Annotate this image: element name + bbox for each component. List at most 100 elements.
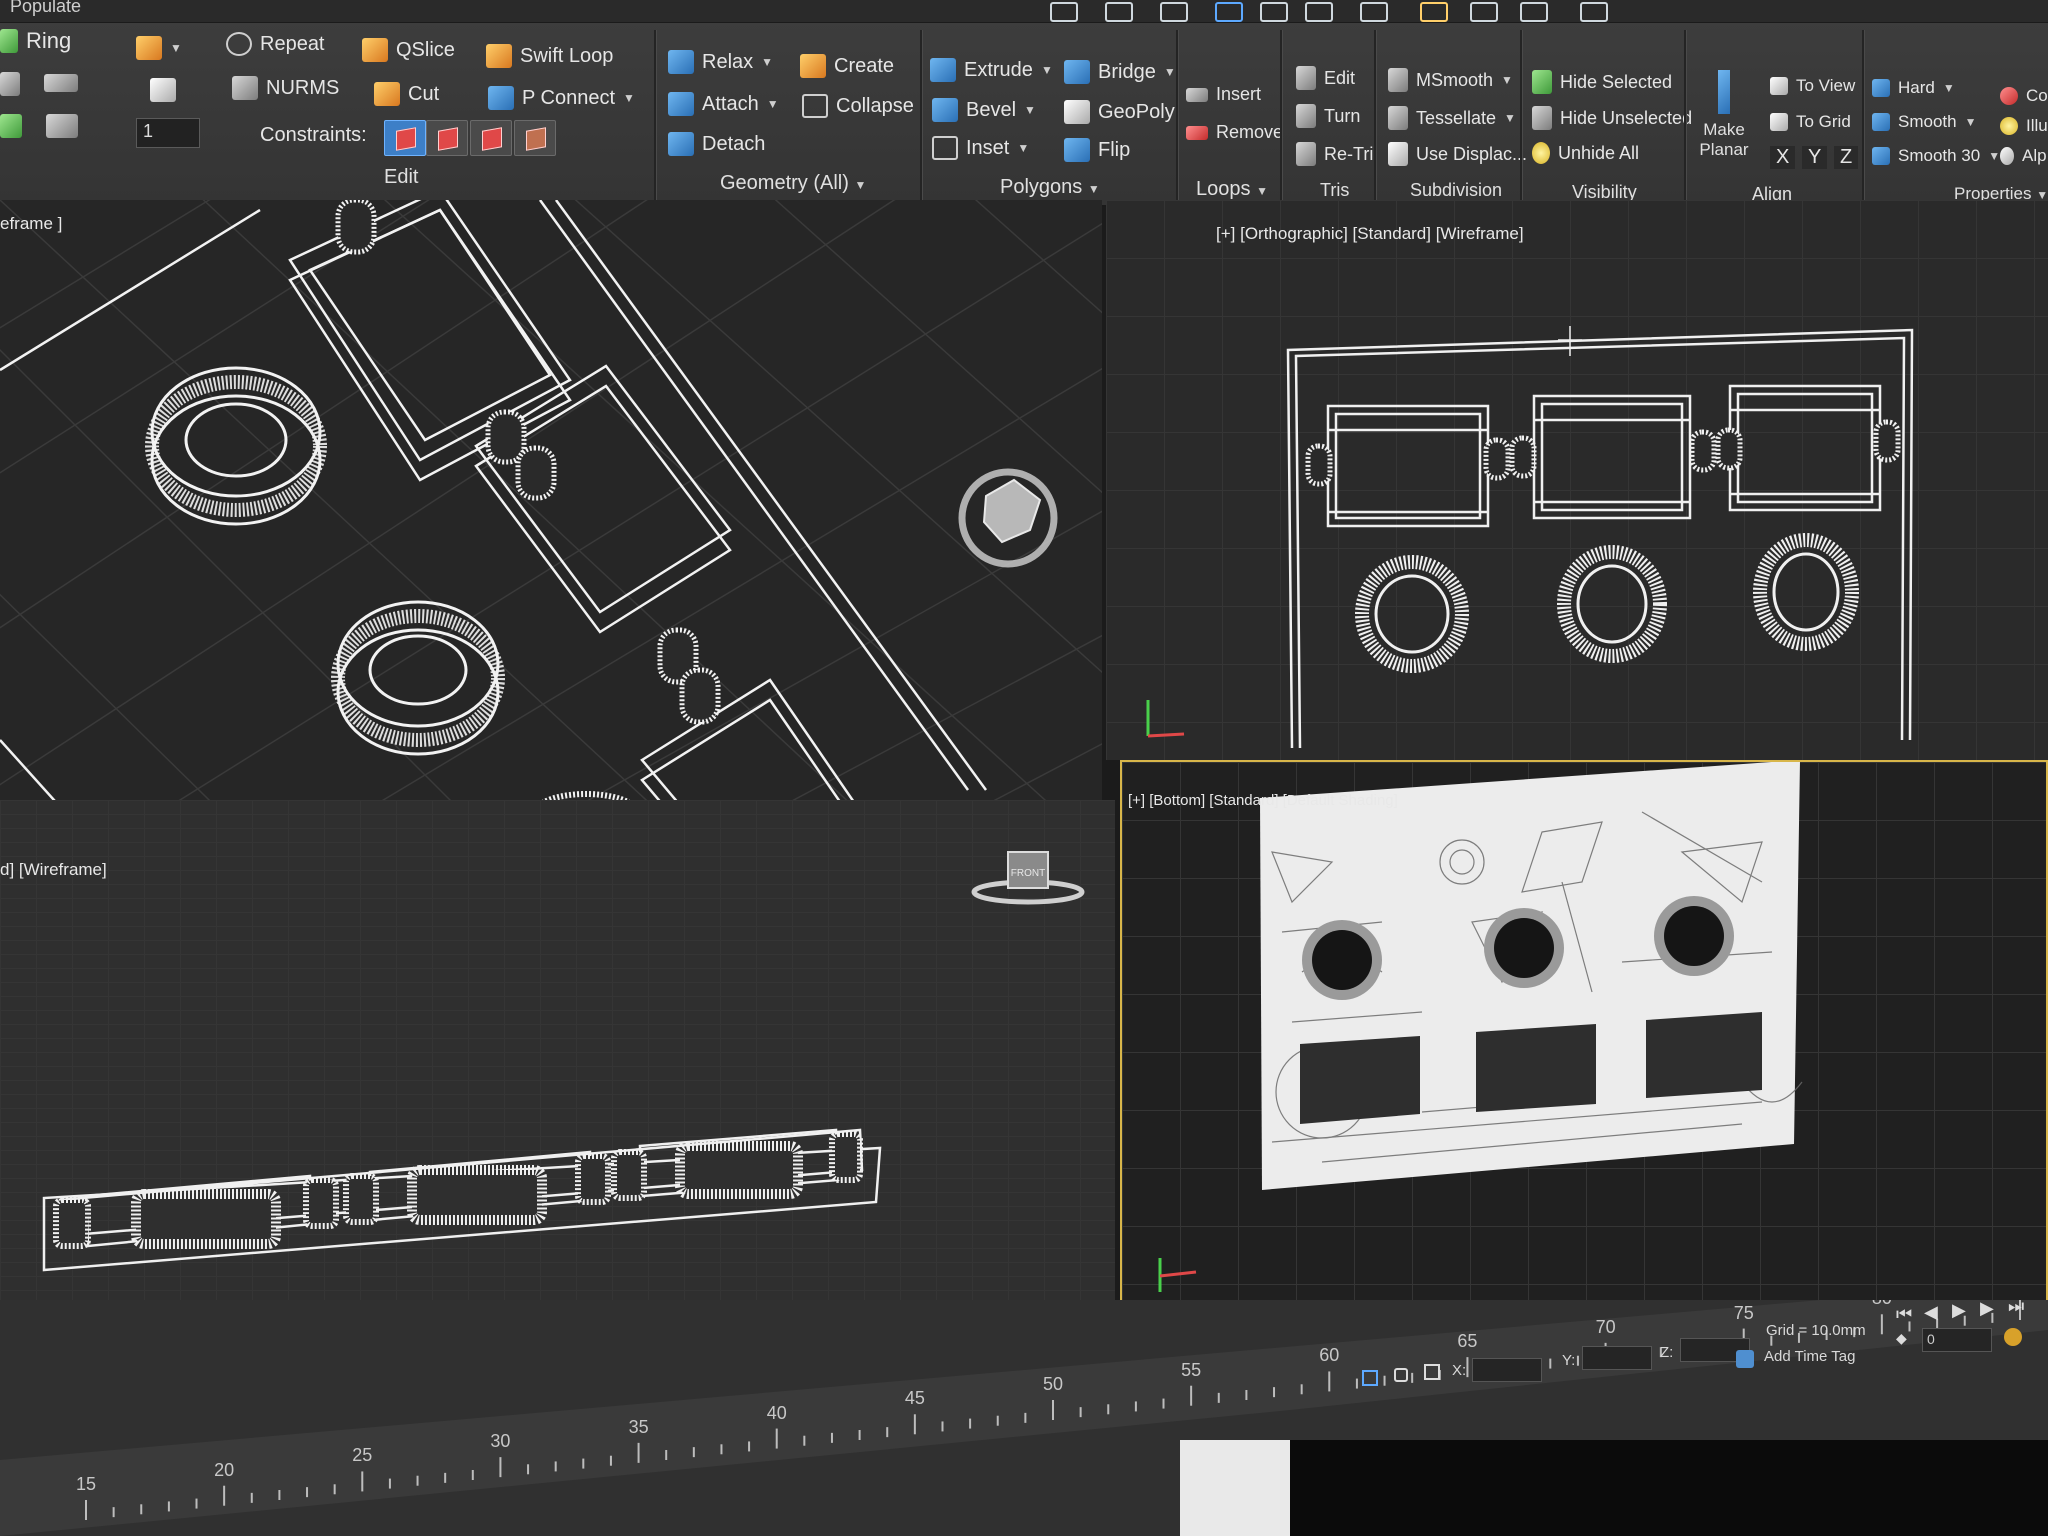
collapse-button[interactable]: Collapse <box>802 94 914 118</box>
toolbar-icon[interactable] <box>1260 2 1288 22</box>
unhide-all-button[interactable]: Unhide All <box>1532 142 1639 164</box>
y-coord-field[interactable] <box>1582 1346 1652 1370</box>
p-connect-button[interactable]: P Connect ▼ <box>488 86 635 110</box>
smooth-button[interactable]: Smooth ▼ <box>1872 112 1976 132</box>
constraint-edge-button[interactable] <box>426 120 468 156</box>
toolbar-icon[interactable] <box>1470 2 1498 22</box>
toolbar-icon[interactable] <box>1305 2 1333 22</box>
tessellate-button[interactable]: Tessellate ▼ <box>1388 106 1516 130</box>
loop-options-button[interactable] <box>46 114 78 138</box>
current-frame-field[interactable]: 0 <box>1922 1328 1992 1352</box>
time-config-icon[interactable] <box>2004 1328 2022 1346</box>
front-viewport[interactable]: FRONT d] [Wireframe] <box>0 800 1115 1320</box>
to-view-button[interactable]: To View <box>1770 76 1855 96</box>
insert-button[interactable]: Insert <box>1186 84 1261 105</box>
preserve-uvs-button[interactable]: ▼ <box>136 36 182 60</box>
align-y-button[interactable]: Y <box>1802 146 1828 169</box>
lock-icon[interactable] <box>1394 1368 1408 1382</box>
x-coord-field[interactable] <box>1472 1358 1542 1382</box>
next-frame-icon[interactable]: ▶ <box>1980 1298 1994 1319</box>
ring-wireframe-ortho <box>1355 533 1859 673</box>
toolbar-icon[interactable] <box>1420 2 1448 22</box>
viewport-label-perspective[interactable]: eframe ] <box>0 214 62 234</box>
make-planar-label: Make Planar <box>1699 120 1749 159</box>
illumination-button[interactable]: Illu <box>2000 116 2048 136</box>
hard-button[interactable]: Hard ▼ <box>1872 78 1955 98</box>
repeat-button[interactable]: Repeat <box>226 32 325 56</box>
perspective-scene <box>0 200 1102 800</box>
group-label-loops[interactable]: Loops ▼ <box>1196 178 1268 201</box>
loop-button[interactable] <box>0 114 22 138</box>
toolbar-icon[interactable] <box>1215 2 1243 22</box>
msmooth-button[interactable]: MSmooth ▼ <box>1388 68 1513 92</box>
detach-button[interactable]: Detach <box>668 132 765 156</box>
toolbar-icon[interactable] <box>1160 2 1188 22</box>
tris-edit-button[interactable]: Edit <box>1296 66 1355 90</box>
group-label-polygons[interactable]: Polygons ▼ <box>1000 176 1100 199</box>
remove-label: Remove <box>1216 122 1284 142</box>
toolbar-icon[interactable] <box>1050 2 1078 22</box>
alpha-button[interactable]: Alp <box>2000 146 2047 166</box>
constraint-none-button[interactable] <box>384 120 426 156</box>
toolbar-icon[interactable] <box>1580 2 1608 22</box>
relax-button[interactable]: Relax ▼ <box>668 50 773 74</box>
retri-button[interactable]: Re-Tri <box>1296 142 1373 166</box>
bottom-viewport[interactable]: [+] [Bottom] [Standard] [Default Shading… <box>1120 760 2048 1315</box>
viewport-label-orthographic[interactable]: [+] [Orthographic] [Standard] [Wireframe… <box>1216 224 1524 244</box>
extrude-button[interactable]: Extrude ▼ <box>930 58 1053 82</box>
ring-button[interactable]: Ring <box>0 28 71 54</box>
previous-frame-icon[interactable]: ◀ <box>1924 1302 1938 1323</box>
grow-button[interactable] <box>0 72 20 96</box>
group-label-geometry[interactable]: Geometry (All) ▼ <box>720 172 866 195</box>
dropdown-arrow-icon: ▼ <box>1988 149 2001 163</box>
color-button[interactable]: Col <box>2000 86 2048 106</box>
nurms-button[interactable]: NURMS <box>232 76 339 100</box>
key-mode-icon[interactable]: ◆ <box>1896 1330 1907 1347</box>
hide-selected-button[interactable]: Hide Selected <box>1532 70 1672 94</box>
absolute-mode-icon[interactable] <box>1424 1364 1440 1380</box>
play-icon[interactable]: ▶ <box>1952 1300 1966 1321</box>
time-tag-icon[interactable] <box>1736 1350 1754 1368</box>
smooth-30-button[interactable]: Smooth 30 ▼ <box>1872 146 2000 166</box>
geopoly-button[interactable]: GeoPoly <box>1064 100 1175 124</box>
perspective-viewport[interactable]: eframe ] <box>0 200 1102 800</box>
hide-unselected-icon <box>1532 106 1552 130</box>
constraint-face-button[interactable] <box>470 120 512 156</box>
constraint-normal-button[interactable] <box>514 120 556 156</box>
to-grid-button[interactable]: To Grid <box>1770 112 1851 132</box>
qslice-button[interactable]: QSlice <box>362 38 455 62</box>
go-to-end-icon[interactable]: ⏭ <box>2008 1296 2024 1317</box>
bevel-button[interactable]: Bevel ▼ <box>932 98 1036 122</box>
selection-lock-icon[interactable] <box>1362 1370 1378 1386</box>
orthographic-viewport[interactable]: [+] [Orthographic] [Standard] [Wireframe… <box>1106 200 2048 760</box>
flip-button[interactable]: Flip <box>1064 138 1130 162</box>
align-z-button[interactable]: Z <box>1834 146 1859 169</box>
ribbon-title-strip: Populate <box>0 0 2048 23</box>
create-button[interactable]: Create <box>800 54 894 78</box>
inset-button[interactable]: Inset ▼ <box>932 136 1029 160</box>
viewport-label-bottom[interactable]: [+] [Bottom] [Standard] [Default Shading… <box>1128 792 1398 809</box>
add-time-tag-button[interactable]: Add Time Tag <box>1764 1348 1855 1365</box>
viewcube-front[interactable]: FRONT <box>971 851 1085 905</box>
displacement-icon <box>1388 142 1408 166</box>
viewport-label-front[interactable]: d] [Wireframe] <box>0 860 107 880</box>
hide-unselected-button[interactable]: Hide Unselected <box>1532 106 1692 130</box>
viewcube-perspective[interactable] <box>958 468 1058 568</box>
use-displacement-button[interactable]: Use Displac... <box>1388 142 1527 166</box>
ribbon-tab-title[interactable]: Populate <box>10 0 81 17</box>
uv-settings-button[interactable] <box>150 78 176 102</box>
toolbar-icon[interactable] <box>1105 2 1133 22</box>
shrink-button[interactable] <box>44 74 78 92</box>
attach-button[interactable]: Attach ▼ <box>668 92 779 116</box>
toolbar-icon[interactable] <box>1520 2 1548 22</box>
remove-button[interactable]: Remove <box>1186 122 1283 143</box>
make-planar-button[interactable]: Make Planar <box>1694 70 1754 160</box>
bridge-button[interactable]: Bridge ▼ <box>1064 60 1176 84</box>
go-to-start-icon[interactable]: ⏮ <box>1896 1304 1912 1325</box>
subdivision-spinner[interactable]: 1 <box>136 118 200 148</box>
align-x-button[interactable]: X <box>1770 146 1796 169</box>
swift-loop-button[interactable]: Swift Loop <box>486 44 613 68</box>
cut-button[interactable]: Cut <box>374 82 439 106</box>
turn-button[interactable]: Turn <box>1296 104 1360 128</box>
toolbar-icon[interactable] <box>1360 2 1388 22</box>
